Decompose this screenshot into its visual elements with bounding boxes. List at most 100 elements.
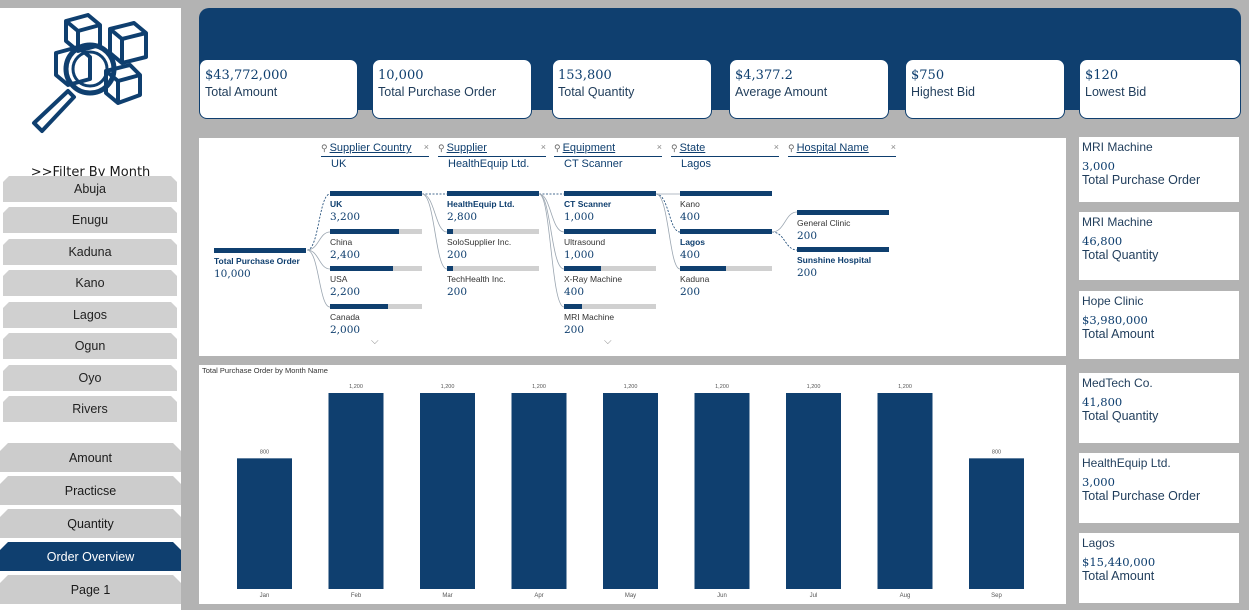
- summary-card: MedTech Co. 41,800 Total Quantity: [1079, 373, 1239, 443]
- filter-button-enugu[interactable]: Enugu: [3, 207, 177, 233]
- tree-selected-value: Lagos: [681, 158, 711, 170]
- kpi-label: Average Amount: [735, 85, 828, 99]
- close-icon[interactable]: ×: [657, 142, 662, 152]
- node-bar-fill: [564, 266, 601, 271]
- page-button-practicse[interactable]: Practicse: [0, 476, 181, 505]
- kpi-label: Total Purchase Order: [378, 85, 497, 99]
- node-label: CT Scanner: [564, 199, 612, 209]
- node-bar-fill: [564, 229, 656, 234]
- chevron-down-icon[interactable]: ⌵: [371, 336, 379, 347]
- chart-bar-sep[interactable]: [969, 458, 1024, 589]
- tree-node[interactable]: X-Ray Machine 400: [564, 266, 656, 298]
- filter-button-lagos[interactable]: Lagos: [3, 302, 177, 328]
- card-title: MRI Machine: [1082, 140, 1153, 154]
- node-value: 200: [797, 230, 818, 242]
- page-button-quantity[interactable]: Quantity: [0, 509, 181, 538]
- node-value: 2,800: [447, 211, 478, 223]
- chart-bar-jan[interactable]: [237, 458, 292, 589]
- node-bar: [564, 266, 656, 271]
- node-label: X-Ray Machine: [564, 274, 623, 284]
- tree-node[interactable]: China 2,400: [330, 229, 422, 261]
- close-icon[interactable]: ×: [891, 142, 896, 152]
- node-label: USA: [330, 274, 348, 284]
- filter-button-oyo[interactable]: Oyo: [3, 365, 177, 391]
- kpi-value: $43,772,000: [205, 68, 288, 83]
- node-label: MRI Machine: [564, 312, 615, 322]
- tree-root-node[interactable]: Total Purchase Order 10,000: [214, 248, 306, 280]
- tree-node[interactable]: UK 3,200: [330, 191, 422, 223]
- chart-bar-mar[interactable]: [420, 393, 475, 589]
- chart-bar-may[interactable]: [603, 393, 658, 589]
- node-bar: [330, 191, 422, 196]
- chart-bar-jun[interactable]: [694, 393, 750, 589]
- card-title: HealthEquip Ltd.: [1082, 456, 1171, 470]
- chevron-down-icon[interactable]: ⌵: [604, 336, 612, 347]
- filter-button-ogun[interactable]: Ogun: [3, 333, 177, 359]
- card-label: Total Purchase Order: [1082, 173, 1201, 187]
- tree-node[interactable]: Ultrasound 1,000: [564, 229, 656, 261]
- node-value: 200: [797, 267, 818, 279]
- chart-bar-apr[interactable]: [511, 393, 567, 589]
- chart-bar-aug[interactable]: [877, 393, 933, 589]
- kpi-label: Total Amount: [205, 85, 278, 99]
- node-bar-fill: [447, 229, 454, 234]
- tree-header-state[interactable]: ⚲ State ×: [671, 142, 779, 157]
- tree-header-label: Supplier Country: [329, 142, 412, 154]
- tree-node[interactable]: Kano 400: [680, 191, 772, 223]
- node-bar: [797, 210, 889, 215]
- tree-node[interactable]: Kaduna 200: [680, 266, 772, 298]
- kpi-card-total-amount: $43,772,000 Total Amount: [199, 59, 358, 119]
- filter-button-kaduna[interactable]: Kaduna: [3, 239, 177, 265]
- kpi-value: 153,800: [558, 68, 612, 83]
- filter-button-abuja[interactable]: Abuja: [3, 176, 177, 202]
- node-label: Lagos: [680, 237, 706, 247]
- card-value: 3,000: [1082, 159, 1115, 173]
- node-bar-fill: [330, 266, 394, 271]
- kpi-value: $750: [911, 68, 945, 83]
- filter-button-rivers[interactable]: Rivers: [3, 396, 177, 422]
- chart-tick-label: Apr: [534, 593, 543, 599]
- tree-node[interactable]: Lagos 400: [680, 229, 772, 261]
- tree-node[interactable]: Sunshine Hospital 200: [797, 247, 889, 279]
- close-icon[interactable]: ×: [424, 142, 429, 152]
- tree-header-label: Equipment: [562, 142, 616, 154]
- tree-selected-value: UK: [331, 158, 347, 170]
- chart-bar-feb[interactable]: [328, 393, 384, 589]
- tree-node[interactable]: SoloSupplier Inc. 200: [447, 229, 539, 261]
- node-bar: [680, 266, 772, 271]
- chart-tick-label: Mar: [442, 593, 452, 599]
- tree-node[interactable]: Canada 2,000: [330, 304, 422, 336]
- tree-header-supplier-country[interactable]: ⚲ Supplier Country ×: [321, 142, 429, 157]
- page-button-amount[interactable]: Amount: [0, 443, 181, 472]
- node-bar: [564, 304, 656, 309]
- chart-data-label: 800: [260, 449, 269, 455]
- tree-node[interactable]: HealthEquip Ltd. 2,800: [447, 191, 539, 223]
- lightbulb-icon: ⚲: [438, 143, 445, 153]
- node-label: Kano: [680, 199, 700, 209]
- tree-node[interactable]: USA 2,200: [330, 266, 422, 298]
- lightbulb-icon: ⚲: [788, 143, 795, 153]
- page-button-order-overview[interactable]: Order Overview: [0, 542, 181, 571]
- tree-header-hospital-name[interactable]: ⚲ Hospital Name ×: [788, 142, 896, 157]
- kpi-card-lowest-bid: $120 Lowest Bid: [1079, 59, 1241, 119]
- node-value: 1,000: [564, 249, 595, 261]
- close-icon[interactable]: ×: [774, 142, 779, 152]
- chart-tick-label: Sep: [991, 593, 1002, 599]
- tree-header-supplier[interactable]: ⚲ Supplier ×: [438, 142, 546, 157]
- tree-node[interactable]: TechHealth Inc. 200: [447, 266, 539, 298]
- page-button-page-1[interactable]: Page 1: [0, 575, 181, 604]
- filter-button-kano[interactable]: Kano: [3, 270, 177, 296]
- node-bar-fill: [330, 191, 422, 196]
- card-value: $15,440,000: [1082, 555, 1156, 569]
- tree-header-equipment[interactable]: ⚲ Equipment ×: [554, 142, 662, 157]
- node-bar-fill: [447, 266, 454, 271]
- close-icon[interactable]: ×: [541, 142, 546, 152]
- tree-header-label: State: [679, 142, 706, 154]
- chart-data-label: 1,200: [441, 384, 455, 390]
- kpi-value: 10,000: [378, 68, 424, 83]
- tree-node[interactable]: General Clinic 200: [797, 210, 889, 242]
- chart-bar-jul[interactable]: [786, 393, 841, 589]
- tree-node[interactable]: CT Scanner 1,000: [564, 191, 656, 223]
- node-bar: [680, 229, 772, 234]
- tree-node[interactable]: MRI Machine 200: [564, 304, 656, 336]
